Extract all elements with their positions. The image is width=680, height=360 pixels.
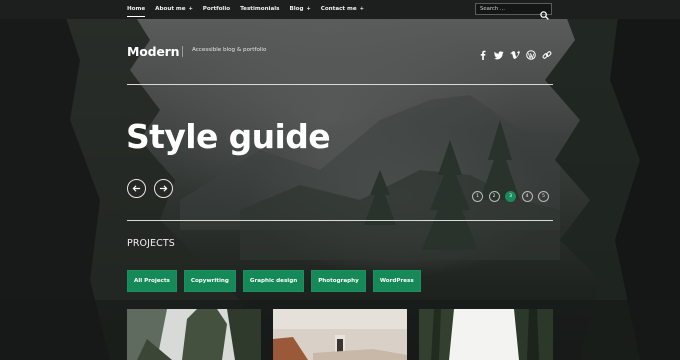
slide-pagination: 1 2 3 4 5: [472, 191, 555, 202]
filter-graphic-design[interactable]: Graphic design: [242, 270, 305, 292]
nav-item-label: Home: [127, 6, 146, 12]
project-thumbnail[interactable]: [127, 309, 261, 360]
nav-item-label: Testimonials: [240, 6, 280, 12]
facebook-icon[interactable]: [478, 45, 488, 60]
arrow-left-icon: [132, 185, 141, 192]
header-divider: [127, 84, 553, 85]
site-tagline: Accessible blog & portfolio: [192, 47, 267, 53]
nav-item-contact-me[interactable]: Contact me +: [321, 0, 364, 19]
project-thumbnail[interactable]: [419, 309, 553, 360]
title-divider: [182, 46, 183, 57]
vimeo-icon[interactable]: [510, 45, 520, 59]
filter-photography[interactable]: Photography: [311, 270, 366, 292]
filter-wordpress[interactable]: WordPress: [372, 270, 421, 292]
hero-background-image: [0, 0, 680, 360]
nav-item-label: Portfolio: [202, 6, 231, 12]
nav-item-label: About me: [155, 6, 186, 12]
slide-dot-3[interactable]: 3: [505, 191, 516, 202]
search-input[interactable]: [476, 4, 540, 14]
search-icon[interactable]: [540, 5, 549, 24]
social-links: [478, 45, 558, 60]
nav-item-home[interactable]: Home: [127, 0, 146, 19]
nav-item-portfolio[interactable]: Portfolio: [203, 0, 230, 19]
nav-item-label: Contact me: [320, 6, 357, 12]
twitter-icon[interactable]: [494, 45, 504, 60]
wordpress-icon[interactable]: [526, 45, 536, 60]
site-title[interactable]: Modern: [127, 44, 180, 59]
nav-item-blog[interactable]: Blog +: [290, 0, 311, 19]
next-slide-button[interactable]: [154, 179, 173, 198]
slide-dot-5[interactable]: 5: [538, 191, 549, 202]
slide-dot-4[interactable]: 4: [521, 191, 533, 202]
arrow-right-icon: [159, 185, 168, 192]
nav-item-label: Blog: [289, 6, 304, 12]
primary-menu: Home About me + Portfolio Testimonials Bl…: [127, 0, 374, 19]
previous-slide-button[interactable]: [127, 179, 146, 198]
projects-heading: PROJECTS: [127, 238, 175, 249]
slide-dot-1[interactable]: 1: [472, 191, 483, 202]
plus-icon: +: [359, 6, 364, 12]
filter-copywriting[interactable]: Copywriting: [183, 270, 236, 292]
hero-divider: [127, 220, 553, 221]
plus-icon: +: [188, 6, 193, 12]
plus-icon: +: [306, 6, 311, 12]
nav-item-about-me[interactable]: About me +: [155, 0, 193, 19]
hero-title: Style guide: [126, 117, 331, 156]
project-thumbnail[interactable]: [273, 309, 407, 360]
search-box: [475, 3, 552, 20]
link-icon[interactable]: [542, 45, 552, 59]
filter-all-projects[interactable]: All Projects: [127, 270, 177, 292]
top-navigation-bar: Home About me + Portfolio Testimonials Bl…: [0, 0, 680, 20]
project-filters: All Projects Copywriting Graphic design …: [127, 270, 428, 292]
slide-dot-2[interactable]: 2: [488, 191, 500, 202]
nav-item-testimonials[interactable]: Testimonials: [240, 0, 279, 19]
